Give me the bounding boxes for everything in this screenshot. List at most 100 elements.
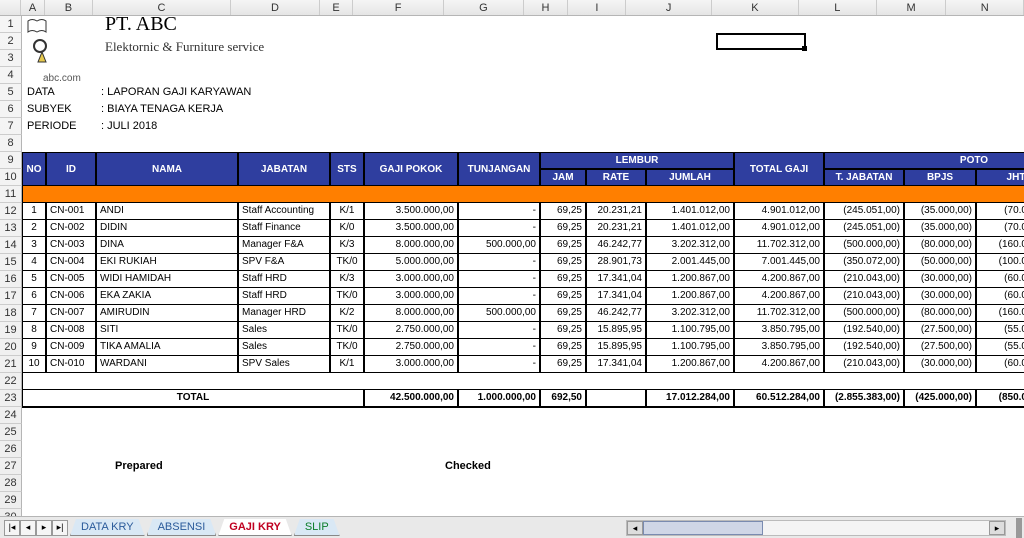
table-cell-id[interactable]: CN-008 bbox=[46, 322, 96, 339]
table-cell-gaji[interactable]: 8.000.000,00 bbox=[364, 305, 458, 322]
table-cell-jht[interactable]: (55.000,00 bbox=[976, 322, 1024, 339]
table-cell-no[interactable]: 10 bbox=[22, 356, 46, 373]
table-cell-jht[interactable]: (160.000,00 bbox=[976, 305, 1024, 322]
table-cell-bpjs[interactable]: (30.000,00) bbox=[904, 271, 976, 288]
table-cell-sts[interactable]: TK/0 bbox=[330, 254, 364, 271]
table-cell-tjab[interactable]: (500.000,00) bbox=[824, 237, 904, 254]
table-cell-jam[interactable]: 69,25 bbox=[540, 356, 586, 373]
table-cell-jht[interactable]: (60.000,00 bbox=[976, 288, 1024, 305]
table-cell-id[interactable]: CN-004 bbox=[46, 254, 96, 271]
table-cell-jab[interactable]: Manager HRD bbox=[238, 305, 330, 322]
table-cell-nama[interactable]: ANDI bbox=[96, 203, 238, 220]
table-cell-tjab[interactable]: (192.540,00) bbox=[824, 322, 904, 339]
tab-prev-icon[interactable]: ◂ bbox=[20, 520, 36, 536]
table-cell-nama[interactable]: EKI RUKIAH bbox=[96, 254, 238, 271]
table-cell-jumlah[interactable]: 1.100.795,00 bbox=[646, 339, 734, 356]
table-cell-id[interactable]: CN-003 bbox=[46, 237, 96, 254]
table-cell-no[interactable]: 5 bbox=[22, 271, 46, 288]
table-cell-total[interactable]: 11.702.312,00 bbox=[734, 237, 824, 254]
table-cell-gaji[interactable]: 3.500.000,00 bbox=[364, 203, 458, 220]
tab-next-icon[interactable]: ▸ bbox=[36, 520, 52, 536]
table-cell-sts[interactable]: K/3 bbox=[330, 271, 364, 288]
tab-first-icon[interactable]: |◂ bbox=[4, 520, 20, 536]
table-cell-jab[interactable]: Manager F&A bbox=[238, 237, 330, 254]
table-cell-jht[interactable]: (60.000,00 bbox=[976, 271, 1024, 288]
table-cell-nama[interactable]: AMIRUDIN bbox=[96, 305, 238, 322]
row-headers[interactable]: 123 456 789 101112 131415 161718 192021 … bbox=[0, 16, 22, 516]
sheet-tab-gaji-kry[interactable]: GAJI KRY bbox=[218, 519, 292, 536]
table-cell-jab[interactable]: SPV Sales bbox=[238, 356, 330, 373]
tab-last-icon[interactable]: ▸| bbox=[52, 520, 68, 536]
table-cell-jab[interactable]: Staff HRD bbox=[238, 271, 330, 288]
table-cell-jht[interactable]: (55.000,00 bbox=[976, 339, 1024, 356]
sheet-tab-absensi[interactable]: ABSENSI bbox=[147, 519, 217, 536]
table-cell-bpjs[interactable]: (35.000,00) bbox=[904, 203, 976, 220]
table-cell-sts[interactable]: TK/0 bbox=[330, 288, 364, 305]
table-cell-jab[interactable]: Sales bbox=[238, 339, 330, 356]
table-cell-total[interactable]: 7.001.445,00 bbox=[734, 254, 824, 271]
table-cell-total[interactable]: 4.200.867,00 bbox=[734, 271, 824, 288]
table-cell-id[interactable]: CN-001 bbox=[46, 203, 96, 220]
table-cell-no[interactable]: 9 bbox=[22, 339, 46, 356]
table-cell-no[interactable]: 8 bbox=[22, 322, 46, 339]
table-cell-jam[interactable]: 69,25 bbox=[540, 271, 586, 288]
table-cell-id[interactable]: CN-010 bbox=[46, 356, 96, 373]
table-cell-total[interactable]: 4.901.012,00 bbox=[734, 220, 824, 237]
table-cell-tunj[interactable]: 500.000,00 bbox=[458, 237, 540, 254]
table-cell-tunj[interactable]: - bbox=[458, 254, 540, 271]
table-cell-nama[interactable]: EKA ZAKIA bbox=[96, 288, 238, 305]
table-cell-gaji[interactable]: 2.750.000,00 bbox=[364, 322, 458, 339]
table-cell-nama[interactable]: DINA bbox=[96, 237, 238, 254]
table-cell-jht[interactable]: (100.000,00 bbox=[976, 254, 1024, 271]
table-cell-total[interactable]: 4.200.867,00 bbox=[734, 356, 824, 373]
table-cell-nama[interactable]: SITI bbox=[96, 322, 238, 339]
table-cell-sts[interactable]: K/2 bbox=[330, 305, 364, 322]
table-cell-jab[interactable]: SPV F&A bbox=[238, 254, 330, 271]
table-cell-tjab[interactable]: (500.000,00) bbox=[824, 305, 904, 322]
scroll-track[interactable] bbox=[643, 521, 989, 535]
table-cell-jumlah[interactable]: 3.202.312,00 bbox=[646, 305, 734, 322]
table-cell-id[interactable]: CN-007 bbox=[46, 305, 96, 322]
table-cell-rate[interactable]: 17.341,04 bbox=[586, 356, 646, 373]
table-cell-tjab[interactable]: (210.043,00) bbox=[824, 356, 904, 373]
table-cell-bpjs[interactable]: (80.000,00) bbox=[904, 237, 976, 254]
table-cell-gaji[interactable]: 2.750.000,00 bbox=[364, 339, 458, 356]
table-cell-rate[interactable]: 15.895,95 bbox=[586, 339, 646, 356]
table-cell-bpjs[interactable]: (80.000,00) bbox=[904, 305, 976, 322]
tab-splitter[interactable] bbox=[1016, 518, 1022, 538]
table-cell-jumlah[interactable]: 1.100.795,00 bbox=[646, 322, 734, 339]
table-cell-rate[interactable]: 15.895,95 bbox=[586, 322, 646, 339]
table-cell-nama[interactable]: DIDIN bbox=[96, 220, 238, 237]
table-cell-rate[interactable]: 46.242,77 bbox=[586, 305, 646, 322]
table-cell-jumlah[interactable]: 1.401.012,00 bbox=[646, 220, 734, 237]
table-cell-tjab[interactable]: (245.051,00) bbox=[824, 220, 904, 237]
table-cell-jumlah[interactable]: 3.202.312,00 bbox=[646, 237, 734, 254]
table-cell-tunj[interactable]: - bbox=[458, 339, 540, 356]
table-cell-jam[interactable]: 69,25 bbox=[540, 220, 586, 237]
table-cell-jam[interactable]: 69,25 bbox=[540, 305, 586, 322]
table-cell-tjab[interactable]: (210.043,00) bbox=[824, 271, 904, 288]
table-cell-id[interactable]: CN-002 bbox=[46, 220, 96, 237]
horizontal-scrollbar[interactable]: ◂ ▸ bbox=[626, 520, 1006, 536]
table-cell-id[interactable]: CN-005 bbox=[46, 271, 96, 288]
table-cell-no[interactable]: 6 bbox=[22, 288, 46, 305]
table-cell-sts[interactable]: K/3 bbox=[330, 237, 364, 254]
table-cell-no[interactable]: 1 bbox=[22, 203, 46, 220]
table-cell-rate[interactable]: 46.242,77 bbox=[586, 237, 646, 254]
table-cell-jumlah[interactable]: 1.401.012,00 bbox=[646, 203, 734, 220]
table-cell-jam[interactable]: 69,25 bbox=[540, 237, 586, 254]
table-cell-bpjs[interactable]: (50.000,00) bbox=[904, 254, 976, 271]
scroll-thumb[interactable] bbox=[643, 521, 763, 535]
column-headers[interactable]: A B C D E F G H I J K L M N bbox=[0, 0, 1024, 16]
table-cell-jumlah[interactable]: 2.001.445,00 bbox=[646, 254, 734, 271]
table-cell-tunj[interactable]: - bbox=[458, 271, 540, 288]
table-cell-sts[interactable]: TK/0 bbox=[330, 339, 364, 356]
table-cell-bpjs[interactable]: (27.500,00) bbox=[904, 322, 976, 339]
table-cell-total[interactable]: 11.702.312,00 bbox=[734, 305, 824, 322]
table-cell-jam[interactable]: 69,25 bbox=[540, 254, 586, 271]
table-cell-rate[interactable]: 17.341,04 bbox=[586, 288, 646, 305]
table-cell-bpjs[interactable]: (30.000,00) bbox=[904, 288, 976, 305]
table-cell-gaji[interactable]: 3.500.000,00 bbox=[364, 220, 458, 237]
table-cell-sts[interactable]: K/1 bbox=[330, 356, 364, 373]
table-cell-tunj[interactable]: - bbox=[458, 356, 540, 373]
